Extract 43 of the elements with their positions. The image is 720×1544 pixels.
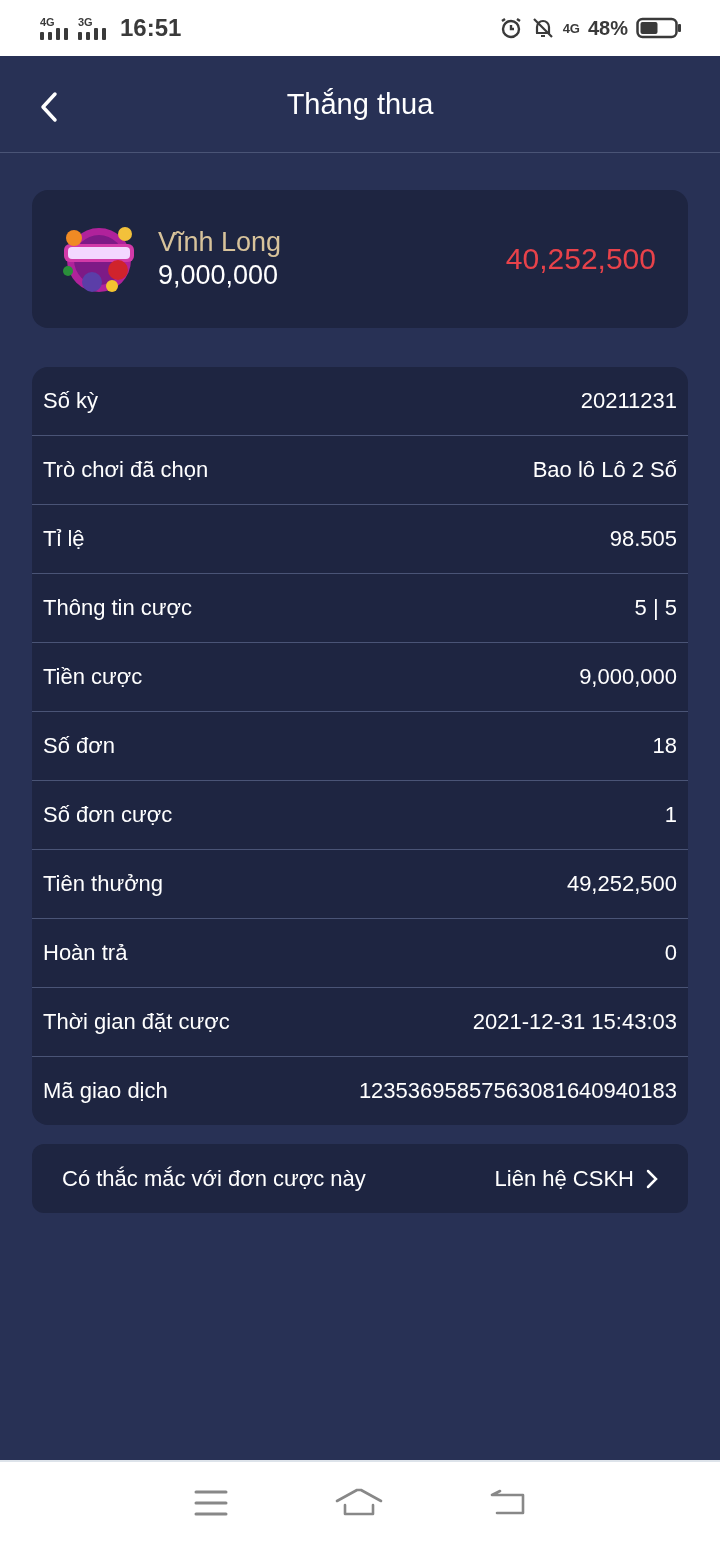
detail-value: 5 | 5: [634, 595, 677, 621]
network-label: 3G: [78, 16, 93, 27]
detail-label: Tỉ lệ: [43, 526, 85, 552]
page-title: Thắng thua: [286, 87, 434, 121]
chevron-right-icon: [646, 1168, 658, 1189]
battery-icon: [636, 17, 682, 39]
signal-icon: [78, 27, 108, 40]
signal-icon: [40, 27, 70, 40]
detail-value: 0: [664, 940, 677, 966]
detail-label: Hoàn trả: [43, 940, 128, 966]
detail-label: Số kỳ: [43, 388, 99, 414]
muted-bell-icon: [530, 16, 555, 40]
menu-icon: [193, 1489, 228, 1517]
detail-value: 20211231: [580, 388, 677, 414]
detail-label: Thông tin cược: [43, 595, 192, 621]
stake-amount: 9,000,000: [158, 260, 280, 291]
detail-value: Bao lô Lô 2 Số: [532, 457, 677, 483]
detail-value: 9,000,000: [579, 664, 677, 690]
lottery-name: Vĩnh Long: [158, 227, 283, 258]
detail-value: 49,252,500: [566, 871, 677, 897]
detail-value: 12353695857563081640940183: [358, 1078, 677, 1104]
data-type-label: 4G: [562, 20, 580, 36]
menu-button[interactable]: [193, 1489, 228, 1517]
detail-label: Số đơn: [43, 733, 115, 759]
detail-label: Tiên thưởng: [43, 871, 164, 897]
detail-label: Mã giao dịch: [43, 1078, 168, 1104]
battery-percent: 48%: [587, 16, 628, 40]
home-button[interactable]: [335, 1488, 383, 1518]
detail-value: 2021-12-31 15:43:03: [472, 1009, 677, 1035]
support-question: Có thắc mắc với đơn cược này: [62, 1165, 366, 1192]
chevron-left-icon: [38, 90, 60, 124]
network-label: 4G: [40, 16, 55, 27]
detail-label: Tiền cược: [43, 664, 143, 690]
detail-label: Số đơn cược: [43, 802, 173, 828]
result-amount: 40,252,500: [505, 242, 656, 276]
contact-support-link[interactable]: Liên hệ CSKH: [494, 1165, 658, 1192]
detail-value: 18: [652, 733, 677, 759]
clock: 16:51: [120, 14, 182, 42]
detail-label: Thời gian đặt cược: [43, 1009, 230, 1035]
detail-value: 1: [664, 802, 677, 828]
detail-label: Trò chơi đã chọn: [43, 457, 209, 483]
home-icon: [335, 1488, 383, 1518]
detail-value: 98.505: [609, 526, 677, 552]
